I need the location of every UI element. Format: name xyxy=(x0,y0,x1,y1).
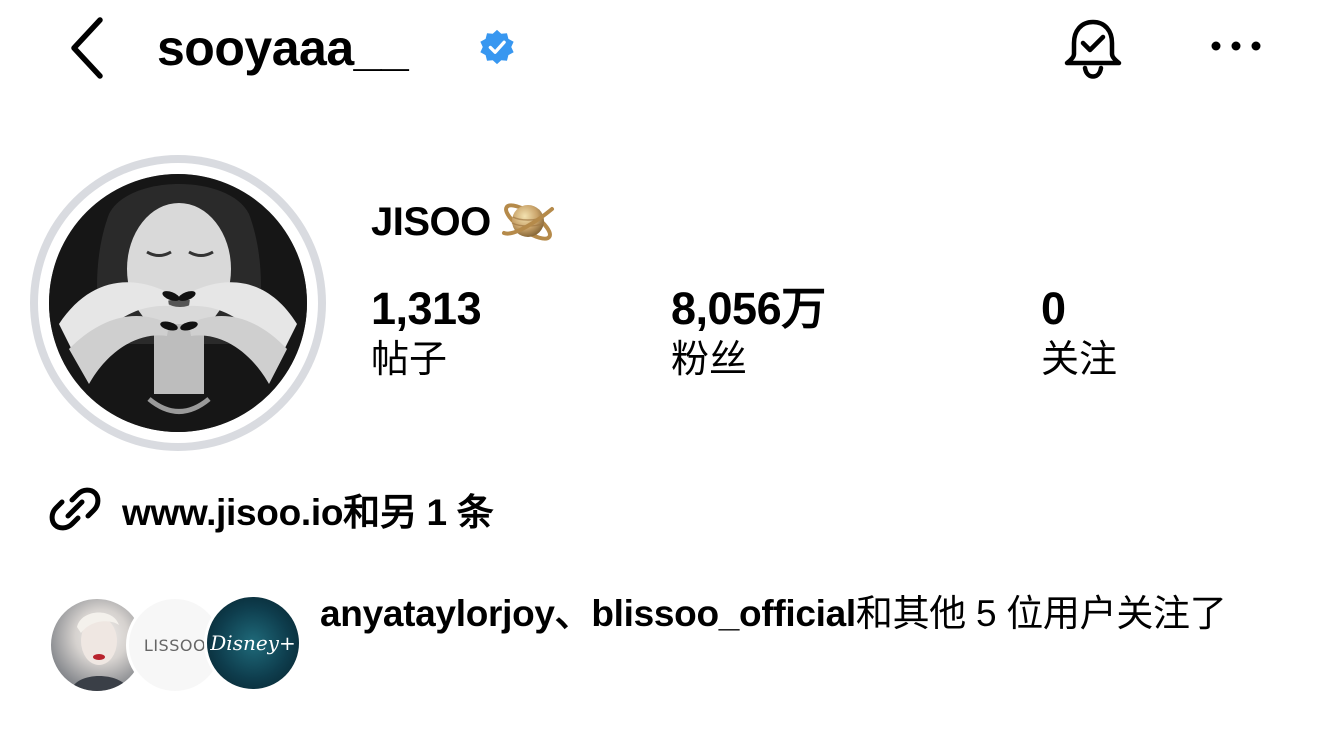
followed-by-users: anyataylorjoy、blissoo_official xyxy=(320,593,856,634)
posts-stat[interactable]: 1,313 帖子 xyxy=(371,283,482,383)
bell-check-icon xyxy=(1064,19,1122,79)
posts-count: 1,313 xyxy=(371,283,482,334)
followed-by-rest: 和其他 5 位用户关注了 xyxy=(855,593,1227,634)
more-horizontal-icon xyxy=(1211,41,1261,51)
profile-display-name: JISOO xyxy=(371,199,491,244)
profile-link[interactable]: www.jisoo.io和另 1 条 xyxy=(48,480,494,538)
following-stat[interactable]: 0 关注 xyxy=(1041,283,1117,383)
following-label: 关注 xyxy=(1041,339,1118,381)
posts-label: 帖子 xyxy=(371,339,448,381)
notification-bell-button[interactable] xyxy=(1058,14,1128,82)
link-text: www.jisoo.io和另 1 条 xyxy=(122,492,494,533)
followers-count: 8,056万 xyxy=(671,283,826,334)
chevron-left-icon xyxy=(71,17,103,79)
portrait-image xyxy=(49,174,307,432)
profile-username: sooyaaa__ xyxy=(157,20,409,76)
profile-avatar[interactable] xyxy=(30,155,326,451)
saturn-icon xyxy=(502,203,554,241)
followers-stat[interactable]: 8,056万 粉丝 xyxy=(671,283,826,383)
avatar-border xyxy=(38,163,318,443)
verified-badge-icon xyxy=(480,29,514,65)
avatar-photo xyxy=(49,174,307,432)
following-count: 0 xyxy=(1041,283,1066,334)
followers-label: 粉丝 xyxy=(671,339,748,381)
mutual-followers-avatars[interactable]: LISSOO Disney+ xyxy=(48,594,302,694)
back-button[interactable] xyxy=(56,14,116,82)
more-options-button[interactable] xyxy=(1206,20,1266,72)
link-icon xyxy=(49,487,101,531)
mutual-avatar-disney-plus: Disney+ xyxy=(204,594,302,692)
followed-by-text[interactable]: anyataylorjoy、blissoo_official和其他 5 位用户关… xyxy=(320,588,1280,640)
